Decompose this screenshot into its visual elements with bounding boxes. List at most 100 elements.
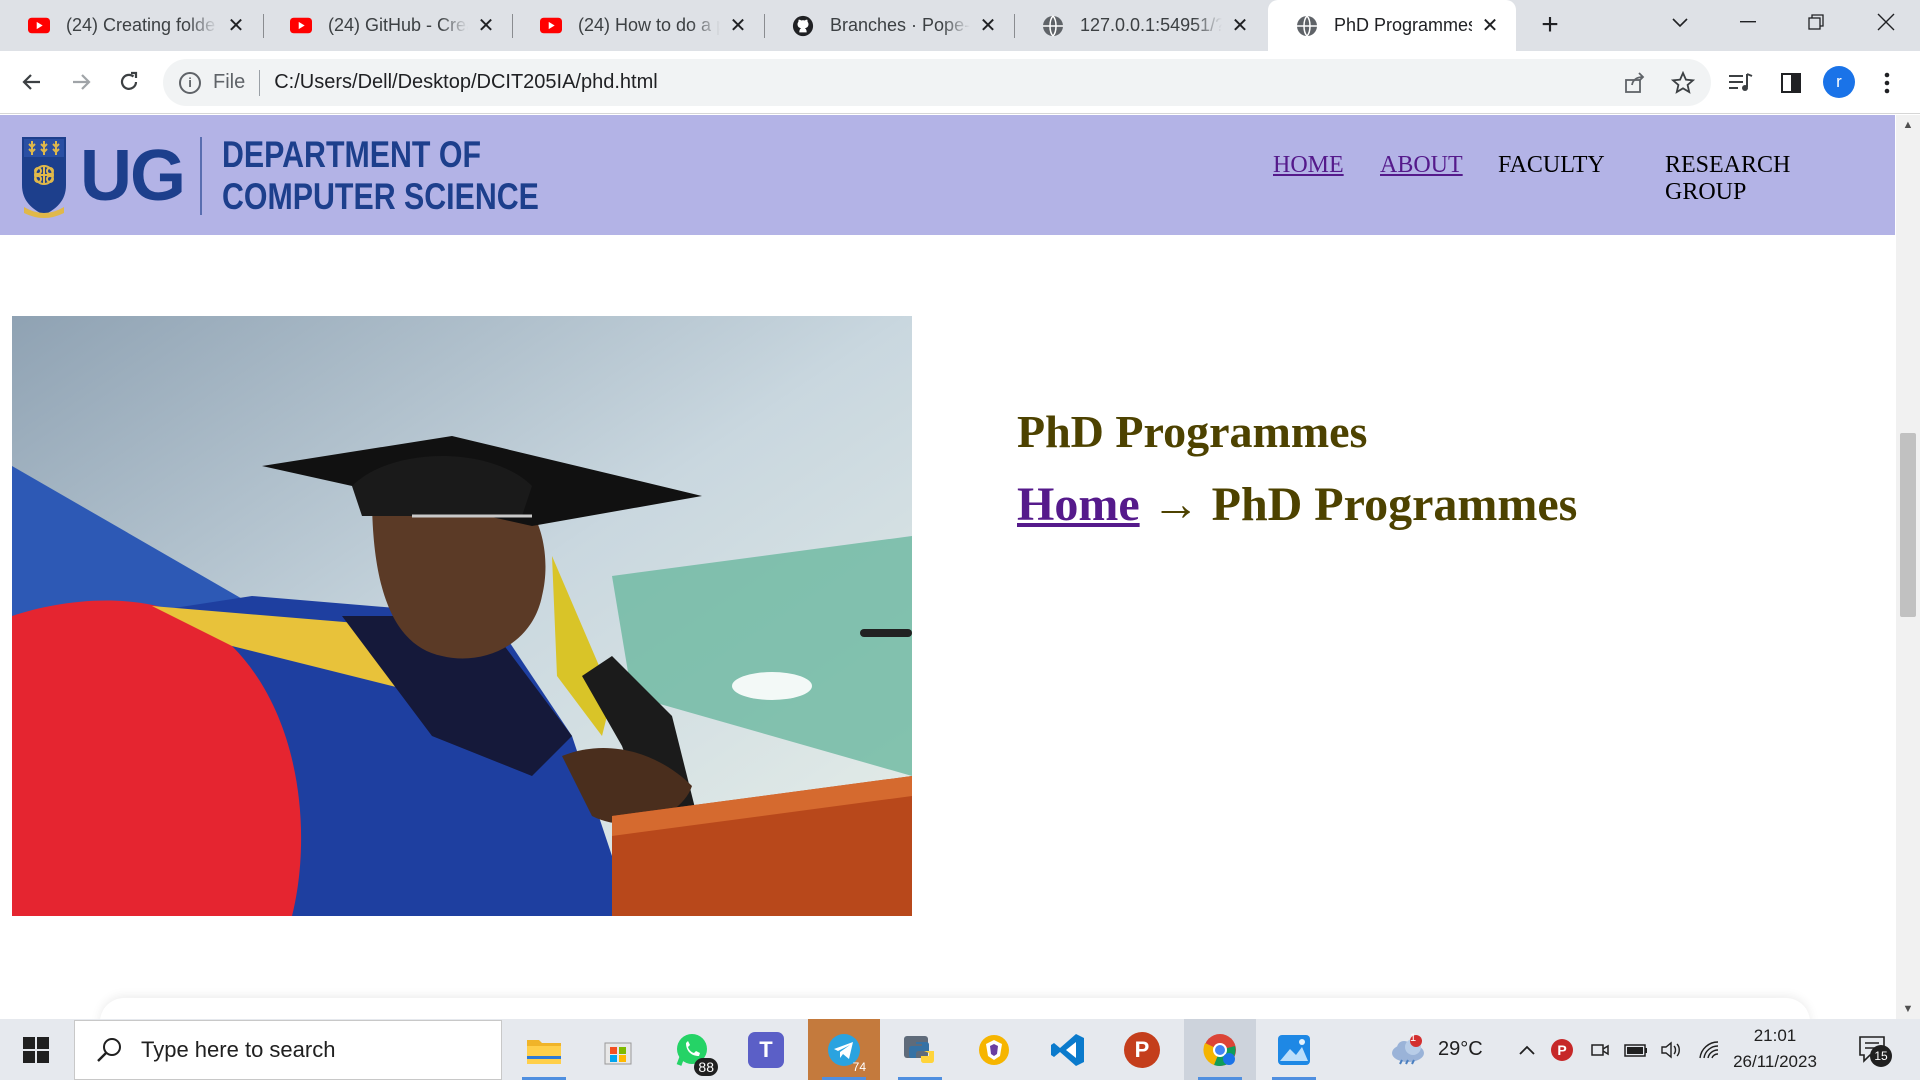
close-tab-icon[interactable]: ✕ [1478, 14, 1502, 38]
weather-alert-count: 1 [1410, 1032, 1417, 1044]
nav-faculty-label[interactable]: FACULTY [1498, 152, 1605, 178]
tray-app-p-icon[interactable]: P [1551, 1019, 1573, 1080]
content-card [100, 998, 1810, 1019]
file-explorer-icon[interactable] [508, 1019, 580, 1080]
teams-tile: T [748, 1031, 784, 1068]
nav-research-group[interactable]: RESEARCH GROUP [1665, 152, 1790, 206]
telegram-icon[interactable]: 74 [808, 1019, 880, 1080]
department-name: DEPARTMENT OF COMPUTER SCIENCE [222, 134, 539, 218]
meet-now-icon[interactable] [1590, 1019, 1610, 1080]
clock-date: 26/11/2023 [1733, 1052, 1817, 1071]
nav-research-label-line-1[interactable]: RESEARCH [1665, 152, 1790, 178]
notification-center-icon[interactable]: 15 [1858, 1035, 1892, 1067]
nav-about[interactable]: ABOUT [1380, 152, 1463, 179]
scroll-up-icon[interactable]: ▲ [1896, 115, 1920, 135]
globe-icon [1296, 14, 1318, 37]
menu-kebab-icon[interactable] [1872, 68, 1902, 98]
clock-time: 21:01 [1753, 1026, 1797, 1045]
tab-search-chevron-icon[interactable] [1652, 0, 1708, 44]
side-panel-icon[interactable] [1776, 68, 1806, 98]
microsoft-store-icon[interactable] [582, 1019, 654, 1080]
scroll-down-icon[interactable]: ▼ [1896, 999, 1920, 1019]
whatsapp-badge: 88 [694, 1058, 718, 1076]
start-button[interactable] [0, 1019, 72, 1080]
browser-tab[interactable]: Branches · Pope-Re ✕ [764, 0, 1014, 51]
scrollbar-thumb[interactable] [1900, 433, 1916, 617]
breadcrumb-arrow: → [1151, 478, 1200, 531]
profile-avatar[interactable]: r [1823, 66, 1855, 98]
nav-home[interactable]: HOME [1273, 152, 1344, 179]
ug-crest-icon [22, 137, 66, 218]
windows-logo-icon [23, 1036, 49, 1063]
browser-tab[interactable]: (24) How to do a p ✕ [512, 0, 764, 51]
close-window-icon[interactable] [1858, 0, 1914, 44]
taskbar-search[interactable]: Type here to search [74, 1020, 502, 1080]
address-divider [259, 69, 261, 96]
page-viewport: UG DEPARTMENT OF COMPUTER SCIENCE HOME A… [0, 115, 1896, 1019]
battery-icon[interactable] [1623, 1019, 1649, 1080]
restore-icon[interactable] [1788, 0, 1844, 44]
bookmark-star-icon[interactable] [1671, 71, 1695, 95]
browser-tab-strip: (24) Creating folde ✕ (24) GitHub - Crea… [0, 0, 1920, 51]
url-text[interactable]: C:/Users/Dell/Desktop/DCIT205IA/phd.html [274, 71, 657, 94]
ug-wordmark: UG [80, 136, 186, 216]
taskbar-clock[interactable]: 21:01 26/11/2023 [1720, 1023, 1830, 1075]
browser-tab[interactable]: (24) GitHub - Creat ✕ [262, 0, 512, 51]
globe-icon [1042, 14, 1064, 37]
nav-research-label-line-2[interactable]: GROUP [1665, 179, 1746, 205]
close-tab-icon[interactable]: ✕ [224, 14, 248, 38]
tab-title: (24) GitHub - Creat [328, 15, 468, 35]
weather-temp: 29°C [1438, 1038, 1483, 1060]
page-scrollbar[interactable]: ▲ ▼ [1896, 115, 1920, 1019]
windows-taskbar: Type here to search 88 T 74 P 1 29°C P 2… [0, 1019, 1920, 1080]
close-tab-icon[interactable]: ✕ [474, 14, 498, 38]
weather-cloud-icon [1392, 1034, 1424, 1064]
telegram-badge: 74 [852, 1060, 866, 1074]
teams-icon[interactable]: T [730, 1019, 802, 1080]
share-icon[interactable] [1623, 71, 1647, 95]
powerpoint-icon[interactable]: P [1106, 1019, 1178, 1080]
department-line-2: COMPUTER SCIENCE [222, 176, 539, 217]
new-tab-button[interactable]: + [1534, 8, 1566, 41]
scheme-label: File [213, 71, 246, 93]
site-info-icon[interactable]: i [179, 71, 201, 94]
media-control-icon[interactable] [1726, 68, 1756, 98]
nav-home-link[interactable]: HOME [1273, 152, 1344, 178]
back-button[interactable] [13, 63, 51, 101]
ug-logo[interactable]: UG DEPARTMENT OF COMPUTER SCIENCE [20, 133, 608, 219]
weather-widget[interactable]: 1 29°C [1388, 1019, 1483, 1080]
site-header: UG DEPARTMENT OF COMPUTER SCIENCE HOME A… [0, 115, 1895, 235]
nav-faculty[interactable]: FACULTY [1498, 152, 1605, 179]
nav-about-link[interactable]: ABOUT [1380, 152, 1463, 178]
page-title: PhD Programmes [1017, 406, 1368, 457]
browser-tab-active[interactable]: PhD Programmes ✕ [1268, 0, 1516, 51]
reload-button[interactable] [110, 63, 148, 101]
tab-title: 127.0.0.1:54951/?c [1080, 15, 1222, 35]
youtube-icon [290, 15, 312, 37]
github-icon [792, 15, 814, 37]
address-bar[interactable]: i File C:/Users/Dell/Desktop/DCIT205IA/p… [163, 59, 1711, 106]
minimize-icon[interactable] [1720, 0, 1776, 44]
tab-title: (24) Creating folde [66, 15, 216, 35]
close-tab-icon[interactable]: ✕ [1228, 14, 1252, 38]
browser-toolbar: i File C:/Users/Dell/Desktop/DCIT205IA/p… [0, 51, 1920, 114]
brave-browser-icon[interactable] [958, 1019, 1030, 1080]
browser-tab[interactable]: 127.0.0.1:54951/?c ✕ [1014, 0, 1266, 51]
vscode-icon[interactable] [1032, 1019, 1104, 1080]
tab-title: Branches · Pope-Re [830, 15, 970, 35]
notification-count: 15 [1870, 1045, 1892, 1067]
volume-icon[interactable] [1660, 1019, 1684, 1080]
browser-tab[interactable]: (24) Creating folde ✕ [0, 0, 262, 51]
tray-overflow-chevron-icon[interactable] [1518, 1019, 1536, 1080]
breadcrumb-home-link[interactable]: Home [1017, 478, 1140, 531]
close-tab-icon[interactable]: ✕ [976, 14, 1000, 38]
close-tab-icon[interactable]: ✕ [726, 14, 750, 38]
python-icon[interactable] [884, 1019, 956, 1080]
wifi-icon[interactable] [1698, 1019, 1720, 1080]
department-line-1: DEPARTMENT OF [222, 134, 482, 175]
whatsapp-icon[interactable]: 88 [656, 1019, 728, 1080]
chrome-icon[interactable] [1184, 1019, 1256, 1080]
forward-button[interactable] [62, 63, 100, 101]
powerpoint-tile: P [1124, 1031, 1160, 1068]
photos-icon[interactable] [1258, 1019, 1330, 1080]
